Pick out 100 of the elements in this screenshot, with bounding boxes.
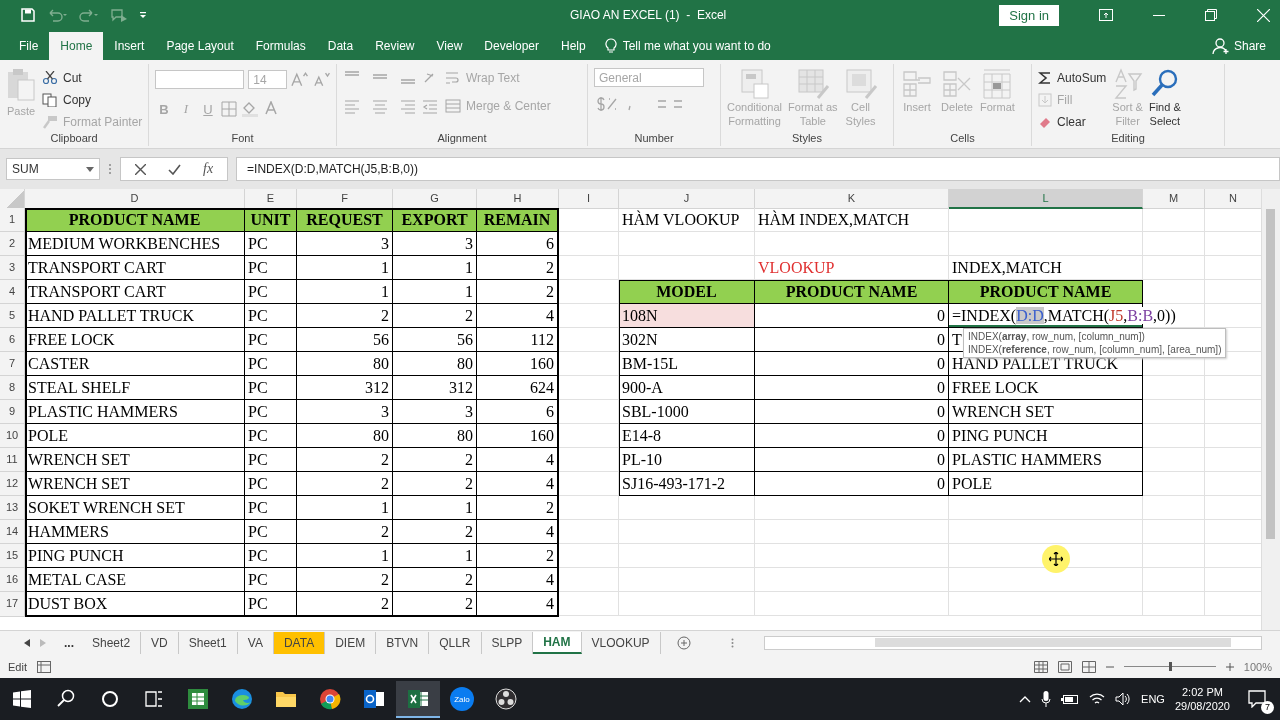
restore-icon[interactable] (1205, 9, 1217, 21)
circle-icon[interactable] (99, 688, 121, 710)
row-header[interactable]: 16 (0, 568, 25, 592)
row-header[interactable]: 3 (0, 256, 25, 280)
microphone-icon[interactable] (1041, 691, 1052, 707)
ribbon-tab[interactable]: Page Layout (155, 32, 245, 60)
fill-color-icon[interactable] (241, 101, 259, 117)
row-header[interactable]: 7 (0, 352, 25, 376)
cancel-icon[interactable] (135, 163, 146, 175)
clear-button[interactable]: Clear (1057, 114, 1086, 129)
task-view-icon[interactable] (143, 688, 165, 710)
page-break-icon[interactable] (1081, 660, 1096, 673)
wifi-icon[interactable] (1089, 692, 1106, 706)
spreadsheet-app-icon[interactable] (187, 688, 209, 710)
person-add-icon[interactable] (1211, 37, 1230, 55)
sigma-icon[interactable] (1038, 70, 1052, 85)
message-icon[interactable] (1248, 690, 1268, 708)
column-header[interactable]: N (1205, 189, 1261, 209)
mail-app-icon[interactable] (363, 688, 385, 710)
row-header[interactable]: 14 (0, 520, 25, 544)
copy-icon[interactable] (42, 92, 58, 107)
row-header[interactable]: 2 (0, 232, 25, 256)
horizontal-scrollbar[interactable] (763, 636, 1262, 650)
font-color-icon[interactable] (263, 101, 279, 117)
sheet-tab[interactable]: VLOOKUP (581, 632, 661, 654)
column-header[interactable]: M (1143, 189, 1205, 209)
autosum-button[interactable]: AutoSum (1057, 70, 1107, 85)
column-header[interactable]: D (25, 189, 245, 209)
browser-icon[interactable] (319, 688, 341, 710)
insert-function-button[interactable]: fx (203, 161, 214, 177)
page-layout-icon[interactable] (1057, 660, 1072, 673)
sheet-tab[interactable]: QLLR (429, 632, 482, 654)
row-header[interactable]: 1 (0, 208, 25, 232)
column-header[interactable]: J (619, 189, 755, 209)
tell-me-search[interactable]: Tell me what you want to do (622, 39, 771, 53)
cell-styles-icon[interactable] (843, 68, 878, 100)
zoom-level[interactable]: 100% (1243, 660, 1272, 673)
previous-sheet-icon[interactable] (24, 639, 30, 647)
formula-input[interactable]: =INDEX(D:D,MATCH(J5,B:B,0)) (236, 157, 1280, 181)
taskbar-button[interactable] (396, 680, 440, 718)
ribbon-display-icon[interactable] (1099, 9, 1113, 21)
row-header[interactable]: 10 (0, 424, 25, 448)
formula-text[interactable]: =INDEX(D:D,MATCH(J5,B:B,0)) (952, 307, 1178, 324)
vertical-scrollbar[interactable] (1261, 189, 1280, 630)
row-header[interactable]: 9 (0, 400, 25, 424)
column-header[interactable]: F (297, 189, 393, 209)
sheet-tab[interactable]: Sheet2 (82, 632, 142, 654)
more-sheets-button[interactable]: ... (64, 636, 74, 650)
close-icon[interactable] (1257, 8, 1270, 22)
name-box[interactable]: SUM (12, 162, 39, 176)
ribbon-tab[interactable]: Insert (103, 32, 156, 60)
splitter-icon[interactable] (730, 638, 734, 648)
drag-handle-icon[interactable] (108, 163, 112, 175)
sheet-tab[interactable]: DATA (273, 632, 326, 654)
ribbon-tab[interactable]: Help (550, 32, 597, 60)
clock[interactable]: 2:02 PM 29/08/2020 (1174, 685, 1230, 713)
sheet-tab[interactable]: VA (237, 632, 274, 654)
add-sheet-icon[interactable] (676, 636, 691, 650)
scissors-icon[interactable] (42, 70, 58, 85)
row-header[interactable]: 15 (0, 544, 25, 568)
cut-button[interactable]: Cut (63, 70, 82, 85)
ribbon-tab[interactable]: Data (316, 32, 365, 60)
chat-app-logo[interactable]: Zalo (450, 687, 474, 711)
zoom-slider[interactable] (1168, 662, 1172, 671)
sheet-tab[interactable]: VD (141, 632, 179, 654)
language-indicator[interactable]: ENG (1141, 693, 1165, 705)
column-header[interactable]: I (559, 189, 619, 209)
ribbon-tab[interactable]: File (8, 32, 50, 60)
column-header[interactable]: E (245, 189, 297, 209)
column-header[interactable]: G (393, 189, 477, 209)
column-header[interactable]: K (755, 189, 949, 209)
share-button[interactable]: Share (1233, 39, 1266, 53)
chevron-up-icon[interactable] (1019, 695, 1032, 703)
recorder-app-icon[interactable] (495, 688, 517, 710)
windows-icon[interactable] (11, 688, 33, 710)
ribbon-tab[interactable]: Formulas (244, 32, 317, 60)
customize-icon[interactable] (138, 10, 148, 20)
sign-in-button[interactable]: Sign in (999, 4, 1059, 26)
save-icon[interactable] (20, 7, 36, 23)
row-header[interactable]: 8 (0, 376, 25, 400)
insert-cells-icon[interactable] (900, 68, 934, 100)
row-header[interactable]: 4 (0, 280, 25, 304)
row-header[interactable]: 11 (0, 448, 25, 472)
browser-icon[interactable] (231, 688, 253, 710)
zoom-in-icon[interactable] (1225, 662, 1234, 671)
row-header[interactable]: 5 (0, 304, 25, 328)
ribbon-tab[interactable]: Review (364, 32, 426, 60)
normal-view-icon[interactable] (1033, 660, 1048, 673)
volume-icon[interactable] (1115, 692, 1132, 706)
ribbon-tab[interactable]: Home (49, 32, 104, 60)
sheet-tab[interactable]: BTVN (376, 632, 430, 654)
dropdown-caret-icon[interactable] (86, 166, 94, 172)
row-header[interactable]: 13 (0, 496, 25, 520)
font-name-field[interactable] (155, 69, 245, 89)
ribbon-tab[interactable]: View (425, 32, 474, 60)
battery-icon[interactable] (1061, 693, 1080, 705)
row-header[interactable]: 17 (0, 592, 25, 617)
sheet-tab[interactable]: DIEM (325, 632, 377, 654)
find-select-button[interactable]: Find & Select (1148, 100, 1181, 128)
copy-button[interactable]: Copy (63, 92, 91, 107)
